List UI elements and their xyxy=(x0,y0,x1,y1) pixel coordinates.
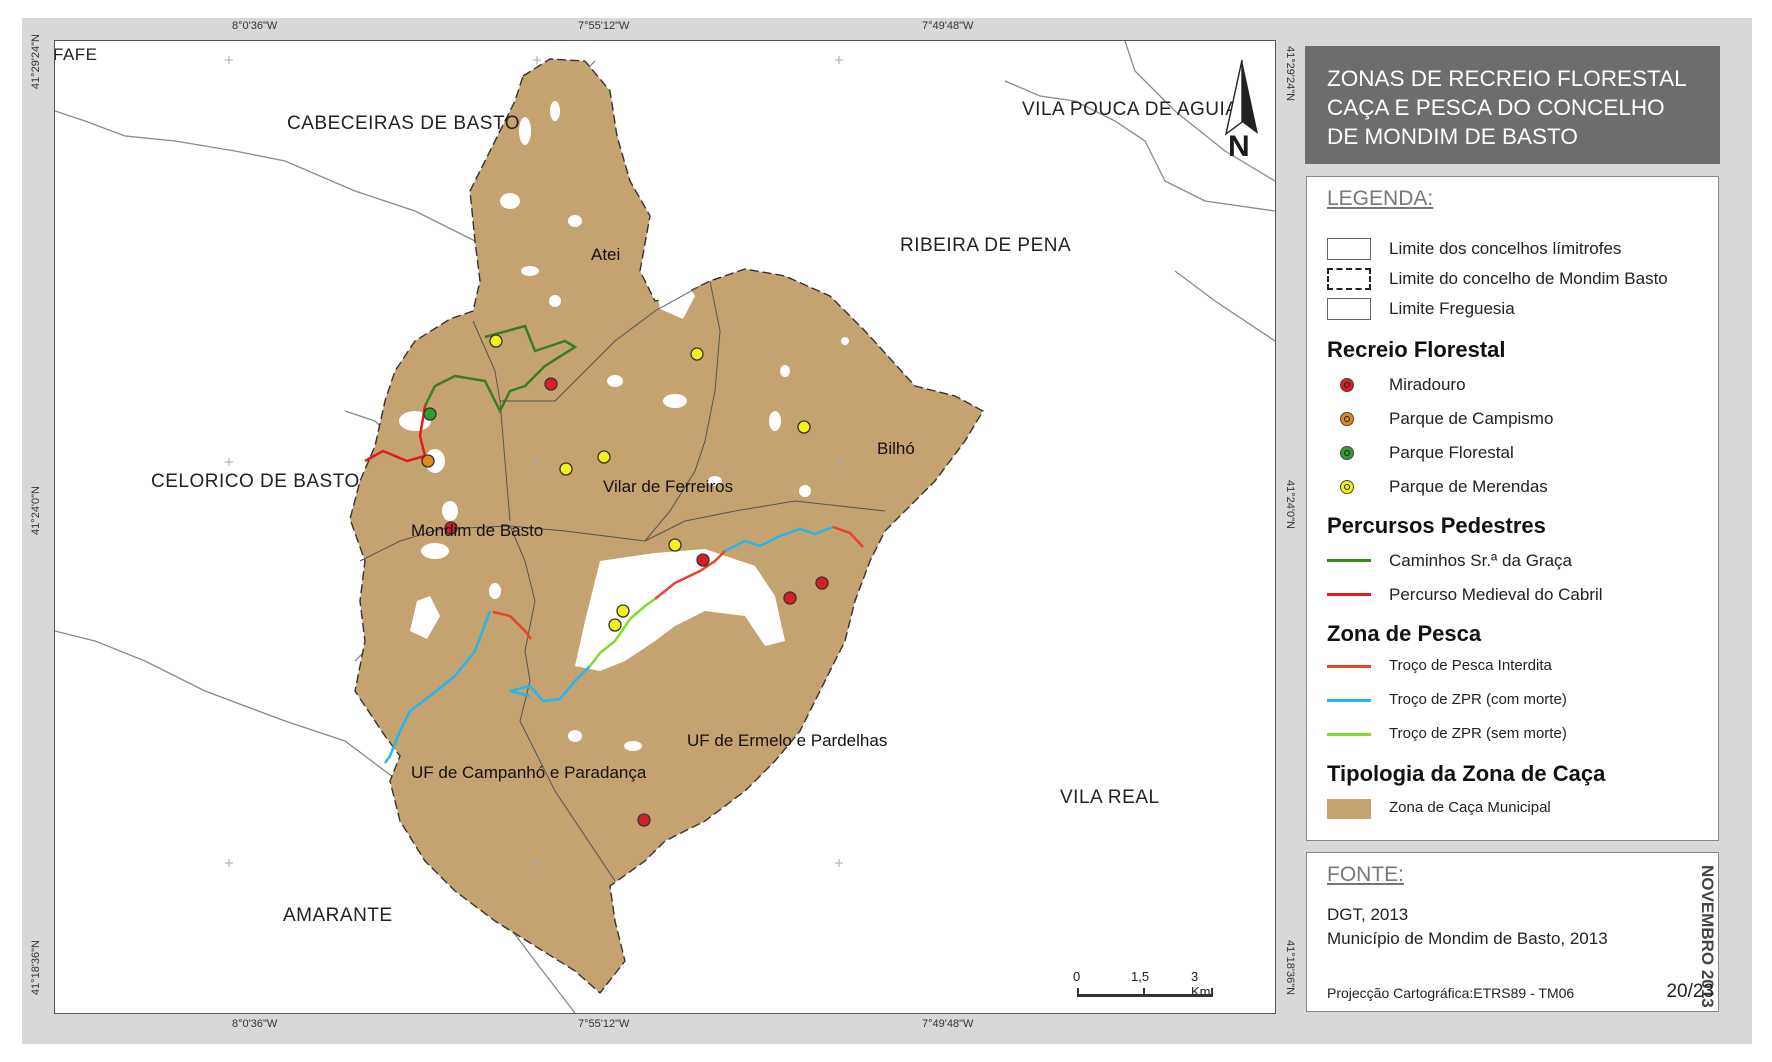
caminhos-line-icon xyxy=(1327,559,1371,562)
merendas-icon xyxy=(690,347,704,361)
legend-label: Parque de Merendas xyxy=(1389,477,1548,496)
legend-label: Troço de ZPR (com morte) xyxy=(1389,691,1567,708)
limit-dashed-swatch xyxy=(1327,268,1371,290)
legend-label: Limite dos concelhos límitrofes xyxy=(1389,239,1622,258)
coord-right-2: 41°24'0"N xyxy=(1284,480,1296,529)
merendas-icon xyxy=(559,462,573,476)
scale-tick xyxy=(1211,988,1213,997)
legend-panel: LEGENDA: Limite dos concelhos límitrofes… xyxy=(1306,176,1719,841)
legend-label: Limite do concelho de Mondim Basto xyxy=(1389,269,1668,288)
label-campanho: UF de Campanhó e Paradança xyxy=(411,763,647,782)
coord-left-1: 41°29'24"N xyxy=(30,34,42,90)
merendas-icon xyxy=(489,334,503,348)
legend-label: Zona de Caça Municipal xyxy=(1389,799,1551,816)
merendas-icon xyxy=(797,420,811,434)
miradouro-icon xyxy=(637,813,651,827)
coord-top-3: 7°49'48"W xyxy=(922,20,974,32)
scale-label-1: 1,5 xyxy=(1131,969,1150,984)
coord-bottom-2: 7°55'12"W xyxy=(578,1018,630,1030)
legend-label: Miradouro xyxy=(1389,375,1466,394)
label-vila-pouca: VILA POUCA DE AGUIAR xyxy=(1022,99,1253,120)
zpr-com-morte-line-icon xyxy=(1327,699,1371,702)
source-line-1: DGT, 2013 xyxy=(1327,905,1409,924)
source-header: FONTE: xyxy=(1327,863,1404,886)
scale-bar: 0 1,5 3 Km xyxy=(1073,969,1213,999)
medieval-line-icon xyxy=(1327,593,1371,596)
legend-label: Limite Freguesia xyxy=(1389,299,1515,318)
miradouro-icon xyxy=(783,591,797,605)
legend-label: Caminhos Sr.ª da Graça xyxy=(1389,551,1572,570)
title-line-1: ZONAS DE RECREIO FLORESTAL xyxy=(1327,66,1687,91)
merendas-icon xyxy=(1340,480,1354,494)
source-panel: FONTE: DGT, 2013 Município de Mondim de … xyxy=(1306,852,1719,1012)
title-line-3: DE MONDIM DE BASTO xyxy=(1327,124,1578,149)
label-atei: Atei xyxy=(591,245,621,264)
north-label: N xyxy=(1228,130,1250,163)
legend-label: Parque de Campismo xyxy=(1389,409,1554,428)
pesca-interdita-line-icon xyxy=(1327,665,1371,668)
hunting-zone-swatch xyxy=(1327,799,1371,819)
merendas-icon xyxy=(616,604,630,618)
legend-label: Troço de Pesca Interdita xyxy=(1389,657,1552,674)
legend-percursos-title: Percursos Pedestres xyxy=(1327,513,1546,538)
limit-swatch xyxy=(1327,238,1371,260)
page-number: 20/23 xyxy=(1666,981,1714,1002)
coord-bottom-3: 7°49'48"W xyxy=(922,1018,974,1030)
merendas-icon xyxy=(597,450,611,464)
label-vilar: Vilar de Ferreiros xyxy=(603,477,734,496)
legend-caca-title: Tipologia da Zona de Caça xyxy=(1327,761,1606,786)
map-canvas[interactable]: FAFE CABECEIRAS DE BASTO VILA POUCA DE A… xyxy=(54,40,1276,1014)
scale-tick xyxy=(1143,988,1145,997)
miradouro-icon xyxy=(544,377,558,391)
label-vila-real: VILA REAL xyxy=(1060,787,1160,808)
legend-label: Troço de ZPR (sem morte) xyxy=(1389,725,1567,742)
label-mondim: Mondim de Basto xyxy=(411,521,544,540)
coord-right-1: 41°29'24"N xyxy=(1284,46,1296,102)
map-title: ZONAS DE RECREIO FLORESTAL CAÇA E PESCA … xyxy=(1305,46,1720,164)
label-cabeceiras: CABECEIRAS DE BASTO xyxy=(287,113,520,134)
title-line-2: CAÇA E PESCA DO CONCELHO xyxy=(1327,95,1665,120)
label-celorico: CELORICO DE BASTO xyxy=(151,471,360,492)
legend-pesca-title: Zona de Pesca xyxy=(1327,621,1482,646)
merendas-icon xyxy=(608,618,622,632)
coord-bottom-1: 8°0'36"W xyxy=(232,1018,278,1030)
label-ribeira: RIBEIRA DE PENA xyxy=(900,235,1072,256)
zpr-sem-morte-line-icon xyxy=(1327,733,1371,736)
scale-line xyxy=(1077,994,1213,997)
miradouro-icon xyxy=(815,576,829,590)
legend-label: Percurso Medieval do Cabril xyxy=(1389,585,1603,604)
legend-label: Parque Florestal xyxy=(1389,443,1514,462)
campismo-icon xyxy=(1340,412,1354,426)
florestal-icon xyxy=(423,407,437,421)
label-ermelo: UF de Ermelo e Pardelhas xyxy=(687,731,888,750)
legend-recreio-title: Recreio Florestal xyxy=(1327,337,1506,362)
scale-label-0: 0 xyxy=(1073,969,1081,984)
north-arrow: N xyxy=(1222,58,1262,164)
florestal-icon xyxy=(1340,446,1354,460)
scale-tick xyxy=(1077,988,1079,997)
coord-right-3: 41°18'36"N xyxy=(1284,940,1296,996)
coord-top-1: 8°0'36"W xyxy=(232,20,278,32)
projection-label: Projecção Cartográfica:ETRS89 - TM06 xyxy=(1327,985,1575,1001)
coord-top-2: 7°55'12"W xyxy=(578,20,630,32)
label-bilho: Bilhó xyxy=(877,439,915,458)
merendas-icon xyxy=(668,538,682,552)
legend-header: LEGENDA: xyxy=(1327,187,1434,210)
label-amarante: AMARANTE xyxy=(283,905,393,926)
coord-left-3: 41°18'36"N xyxy=(30,940,42,996)
limit-swatch xyxy=(1327,298,1371,320)
miradouro-icon xyxy=(1340,378,1354,392)
map-svg xyxy=(55,41,1275,1013)
label-fafe: FAFE xyxy=(54,45,98,64)
source-line-2: Município de Mondim de Basto, 2013 xyxy=(1327,929,1608,948)
campismo-icon xyxy=(421,454,435,468)
coord-left-2: 41°24'0"N xyxy=(30,486,42,535)
miradouro-icon xyxy=(696,553,710,567)
